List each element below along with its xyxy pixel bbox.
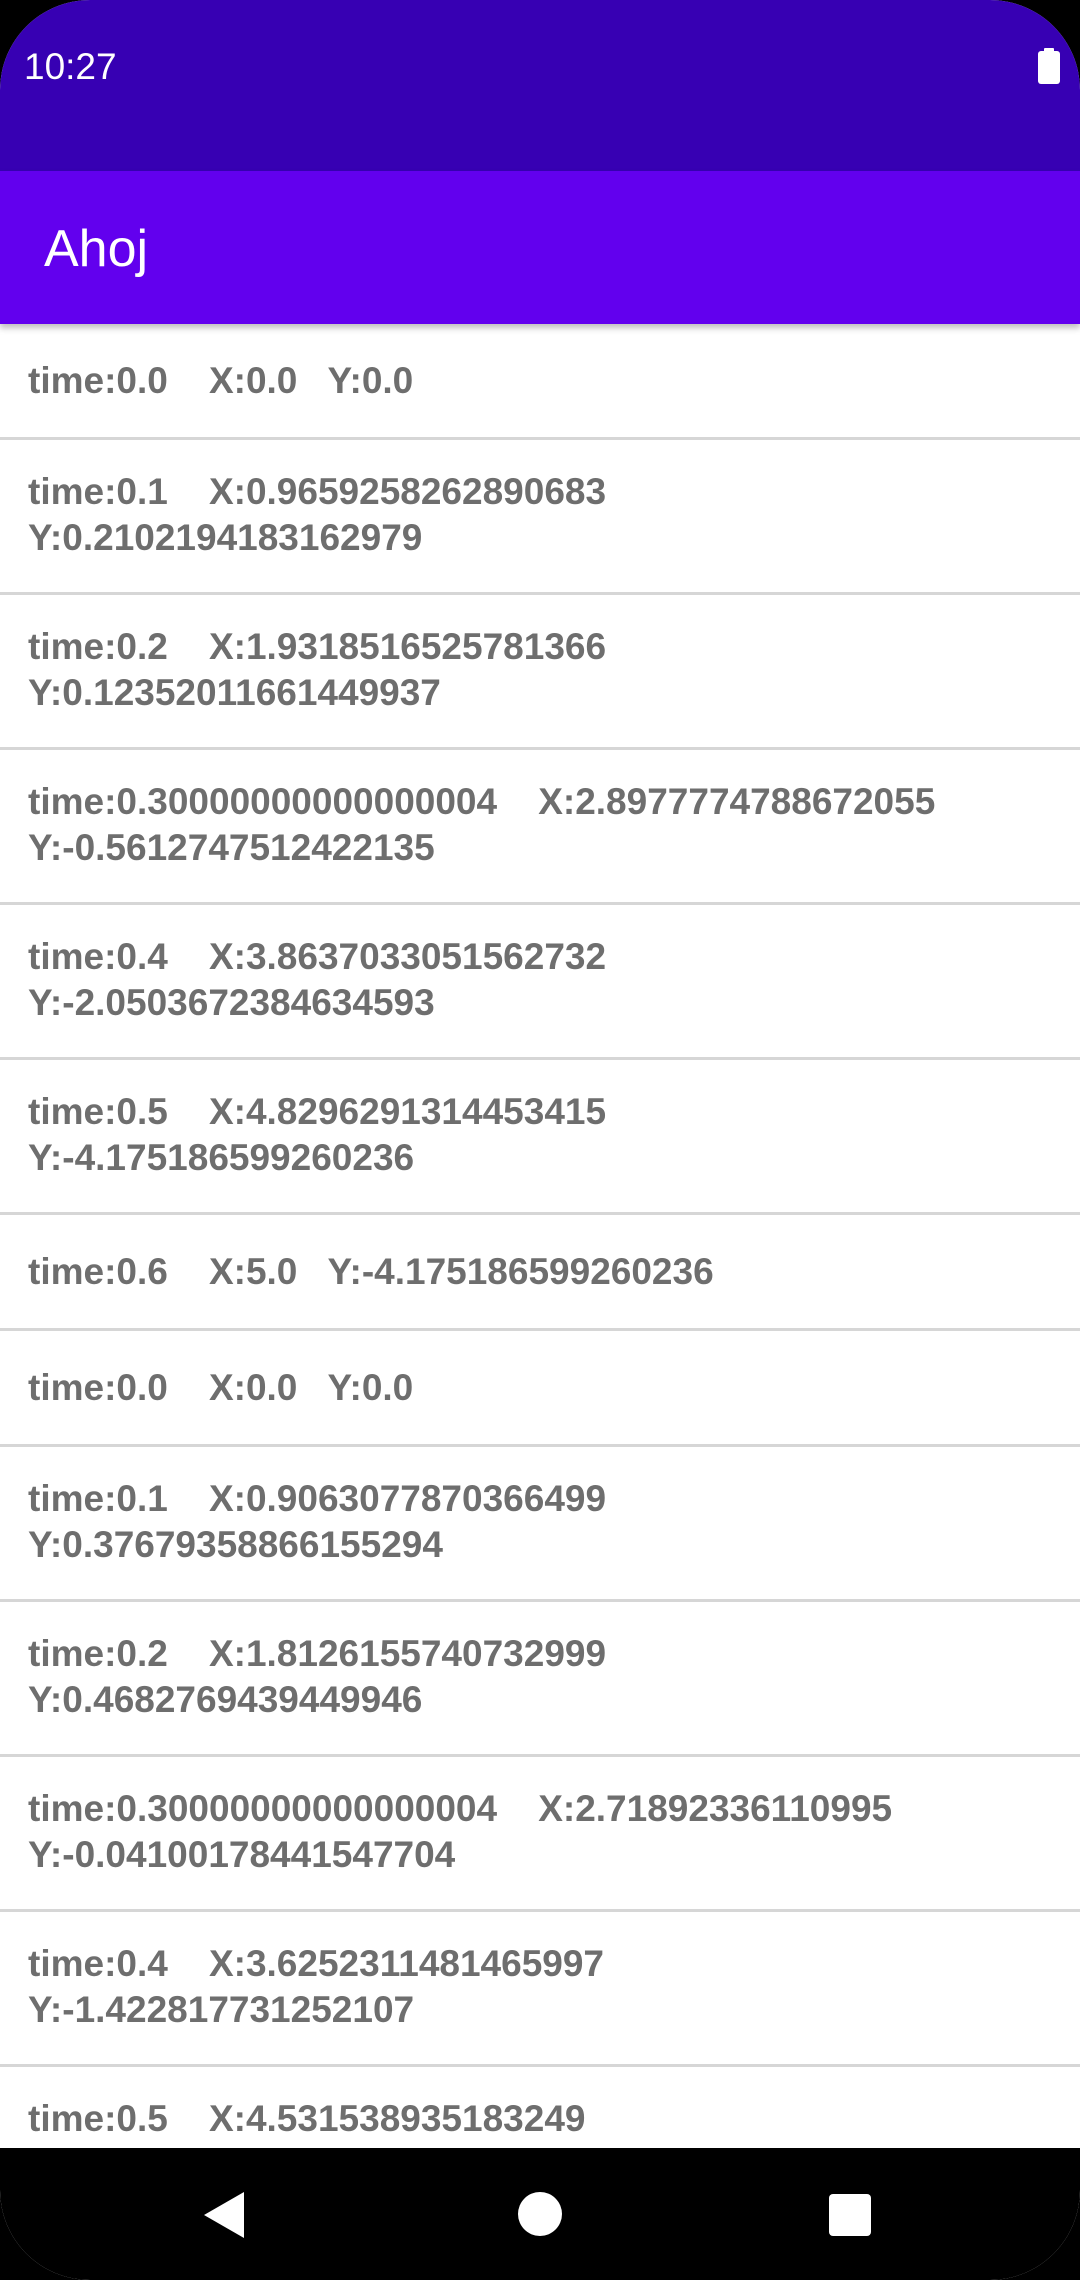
app-bar: Ahoj xyxy=(0,171,1080,324)
back-triangle-icon[interactable] xyxy=(204,2192,246,2238)
status-time: 10:27 xyxy=(24,46,117,87)
list-item[interactable]: time:0.5 X:4.8296291314453415 Y:-4.17518… xyxy=(0,1060,1080,1215)
list-item[interactable]: time:0.0 X:0.0 Y:0.0 xyxy=(0,324,1080,440)
results-list[interactable]: time:0.0 X:0.0 Y:0.0 time:0.1 X:0.965925… xyxy=(0,324,1080,2148)
list-item[interactable]: time:0.30000000000000004 X:2.89777747886… xyxy=(0,750,1080,905)
home-circle-icon[interactable] xyxy=(518,2192,562,2236)
list-item[interactable]: time:0.1 X:0.9063077870366499 Y:0.376793… xyxy=(0,1447,1080,1602)
list-item[interactable]: time:0.4 X:3.6252311481465997 Y:-1.42281… xyxy=(0,1912,1080,2067)
list-item[interactable]: time:0.5 X:4.531538935183249 xyxy=(0,2067,1080,2148)
list-item[interactable]: time:0.1 X:0.9659258262890683 Y:0.210219… xyxy=(0,440,1080,595)
list-item[interactable]: time:0.30000000000000004 X:2.71892336110… xyxy=(0,1757,1080,1912)
status-bar: 10:27 xyxy=(0,0,1080,171)
navigation-bar xyxy=(0,2148,1080,2280)
battery-full-icon xyxy=(1038,48,1060,84)
list-item[interactable]: time:0.6 X:5.0 Y:-4.175186599260236 xyxy=(0,1215,1080,1331)
app-title: Ahoj xyxy=(44,220,149,278)
list-item[interactable]: time:0.2 X:1.9318516525781366 Y:0.123520… xyxy=(0,595,1080,750)
phone-screen: 10:27 Ahoj time:0.0 X:0.0 Y:0.0 time:0.1… xyxy=(0,0,1080,2280)
recents-square-icon[interactable] xyxy=(829,2194,871,2236)
list-item[interactable]: time:0.2 X:1.8126155740732999 Y:0.468276… xyxy=(0,1602,1080,1757)
list-item[interactable]: time:0.0 X:0.0 Y:0.0 xyxy=(0,1331,1080,1447)
list-item[interactable]: time:0.4 X:3.8637033051562732 Y:-2.05036… xyxy=(0,905,1080,1060)
